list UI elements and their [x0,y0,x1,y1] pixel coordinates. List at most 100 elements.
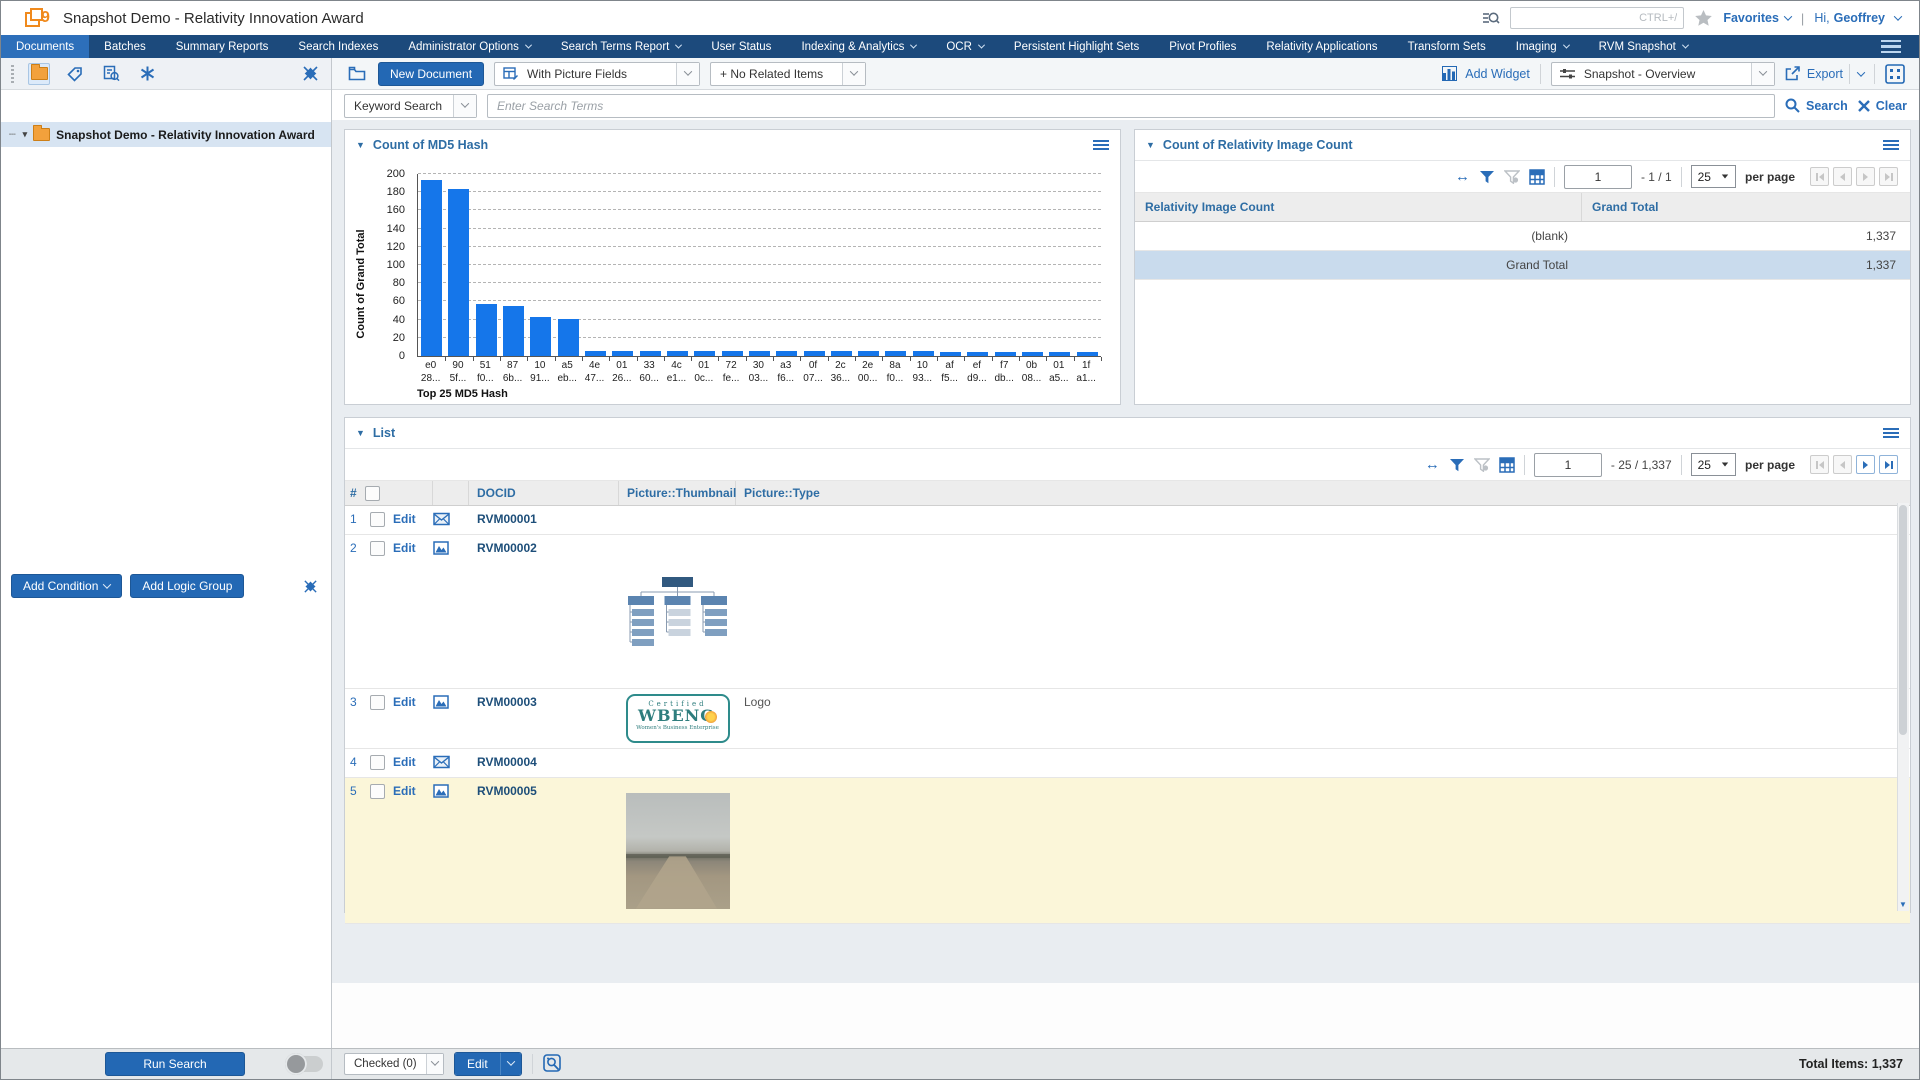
bar[interactable] [858,351,879,356]
docid-link[interactable]: RVM00002 [469,535,619,688]
tree-expander-icon[interactable]: ▾ [23,129,28,140]
nav-tab-user-status[interactable]: User Status [696,35,786,58]
bar[interactable] [694,351,715,356]
column-header-thumbnail[interactable]: Picture::Thumbnail [619,481,736,505]
saved-search-icon[interactable] [100,63,122,85]
list-scrollbar[interactable]: ▼ [1897,503,1909,911]
scroll-down-icon[interactable]: ▼ [1898,897,1908,911]
bar[interactable] [831,351,852,356]
list-page-size-select[interactable]: 25 [1691,453,1736,476]
bar[interactable] [804,351,825,356]
next-page-button[interactable] [1856,455,1875,474]
thumbnail-cell[interactable] [619,506,736,534]
bar[interactable] [448,189,469,356]
widget-menu-icon[interactable] [1883,139,1899,151]
nav-tab-batches[interactable]: Batches [89,35,161,58]
filter-icon[interactable] [1449,458,1465,472]
favorites-star-icon[interactable] [1694,9,1713,27]
bar[interactable] [640,351,661,356]
run-search-button[interactable]: Run Search [105,1052,245,1076]
clear-button[interactable]: Clear [1858,99,1907,113]
bar[interactable] [667,351,688,356]
widget-menu-icon[interactable] [1093,139,1109,151]
nav-tab-relativity-applications[interactable]: Relativity Applications [1251,35,1392,58]
new-document-button[interactable]: New Document [378,62,484,86]
bar[interactable] [722,351,743,356]
export-button[interactable]: Export [1785,66,1843,81]
bar[interactable] [940,352,961,356]
column-header[interactable]: Relativity Image Count [1135,193,1582,221]
row-checkbox[interactable] [370,541,385,556]
collapse-widget-icon[interactable]: ▼ [356,428,365,438]
bar[interactable] [558,319,579,356]
checked-items-select[interactable]: Checked (0) [344,1053,444,1075]
nav-tab-administrator-options[interactable]: Administrator Options [393,35,546,58]
nav-tab-search-indexes[interactable]: Search Indexes [283,35,393,58]
dashboard-grid-icon[interactable] [1885,64,1905,84]
thumbnail-cell[interactable] [619,778,736,923]
column-header-docid[interactable]: DOCID [469,481,619,505]
nav-tab-search-terms-report[interactable]: Search Terms Report [546,35,696,58]
search-panel-toggle[interactable] [287,1056,323,1072]
row-checkbox[interactable] [370,755,385,770]
nav-tab-persistent-highlight-sets[interactable]: Persistent Highlight Sets [999,35,1154,58]
edit-link[interactable]: Edit [393,512,416,526]
docid-link[interactable]: RVM00005 [469,778,619,923]
column-header[interactable]: Grand Total [1582,193,1910,221]
dashboard-select-chevron[interactable] [1751,63,1774,85]
grid-layout-icon[interactable] [1499,457,1515,473]
search-button[interactable]: Search [1785,98,1848,113]
grid-layout-icon[interactable] [1529,169,1545,185]
collapse-conditions-icon[interactable] [299,575,321,597]
scrollbar-thumb[interactable] [1899,505,1907,735]
bar[interactable] [612,351,633,356]
collapse-widget-icon[interactable]: ▼ [1146,140,1155,150]
export-chevron[interactable] [1849,64,1864,84]
row-checkbox[interactable] [370,695,385,710]
bar[interactable] [776,351,797,356]
bar[interactable] [476,304,497,356]
edit-link[interactable]: Edit [393,784,416,798]
add-widget-button[interactable]: Add Widget [1442,66,1530,81]
field-tree-tag-icon[interactable] [64,63,86,85]
nav-tab-ocr[interactable]: OCR [931,35,999,58]
quick-search-icon[interactable] [1482,10,1500,26]
folder-outline-icon[interactable] [346,63,368,85]
user-menu[interactable]: Hi,Geoffrey [1814,11,1901,25]
docid-link[interactable]: RVM00003 [469,689,619,748]
search-mode-select[interactable]: Keyword Search [344,94,477,118]
row-checkbox[interactable] [370,512,385,527]
thumbnail-cell[interactable] [619,749,736,777]
search-terms-input[interactable] [487,94,1775,118]
edit-link[interactable]: Edit [393,541,416,555]
edit-chevron[interactable] [500,1053,521,1075]
edit-link[interactable]: Edit [393,755,416,769]
add-condition-button[interactable]: Add Condition [11,574,122,598]
clusters-icon[interactable] [136,63,158,85]
edit-link[interactable]: Edit [393,695,416,709]
pivot-row[interactable]: (blank)1,337 [1135,222,1910,251]
docid-link[interactable]: RVM00001 [469,506,619,534]
nav-tab-documents[interactable]: Documents [1,35,89,58]
bar[interactable] [913,351,934,356]
collapse-widget-icon[interactable]: ▼ [356,140,365,150]
bar[interactable] [585,351,606,356]
bar[interactable] [503,306,524,356]
pivot-page-size-select[interactable]: 25 [1691,165,1736,188]
folders-browser-icon[interactable] [28,63,50,85]
expand-width-icon[interactable]: ↔ [1425,457,1440,472]
nav-tab-indexing-analytics[interactable]: Indexing & Analytics [786,35,931,58]
view-select[interactable]: With Picture Fields [494,62,700,86]
nav-tab-imaging[interactable]: Imaging [1501,35,1584,58]
mass-edit-button[interactable]: Edit [454,1052,522,1076]
related-select-chevron[interactable] [842,63,865,85]
column-header-type[interactable]: Picture::Type [736,481,1910,505]
bar[interactable] [1077,352,1098,356]
select-all-checkbox[interactable] [365,486,380,501]
thumbnail-cell[interactable] [619,535,736,688]
bar[interactable] [885,351,906,356]
nav-menu-icon[interactable] [1863,35,1919,58]
bar[interactable] [530,317,551,356]
nav-tab-rvm-snapshot[interactable]: RVM Snapshot [1584,35,1703,58]
add-logic-group-button[interactable]: Add Logic Group [130,574,244,598]
